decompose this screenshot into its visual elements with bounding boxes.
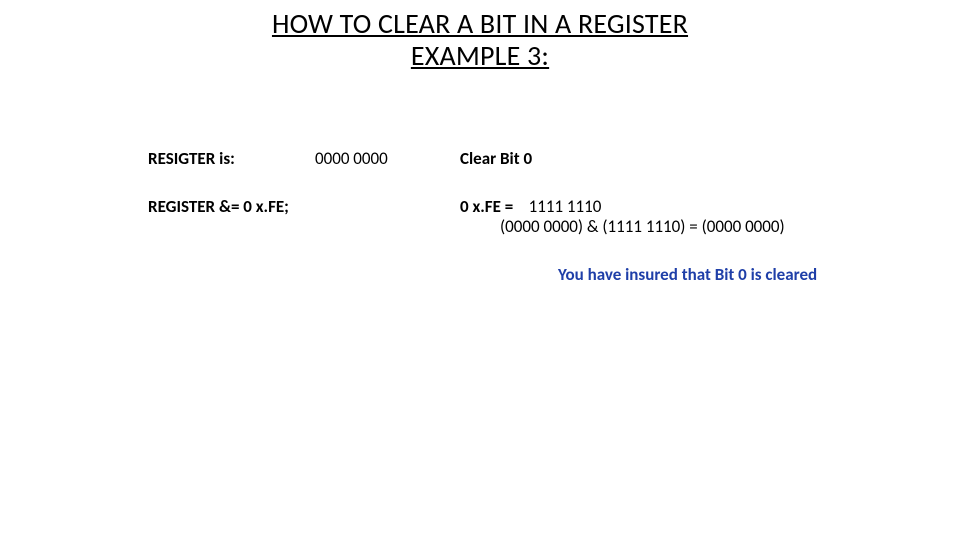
slide-title: HOW TO CLEAR A BIT IN A REGISTER EXAMPLE…	[0, 8, 960, 72]
register-is-value: 0000 0000	[315, 148, 388, 169]
slide: HOW TO CLEAR A BIT IN A REGISTER EXAMPLE…	[0, 0, 960, 540]
mask-label: 0 x.FE =	[460, 196, 513, 217]
mask-spacer	[517, 196, 525, 217]
title-line-2: EXAMPLE 3:	[411, 38, 549, 73]
and-calculation: (0000 0000) & (1111 1110) = (0000 0000)	[500, 216, 785, 237]
mask-line: 0 x.FE = 1111 1110	[460, 196, 601, 217]
clear-bit-label: Clear Bit 0	[460, 148, 532, 169]
register-is-label: RESIGTER is:	[148, 148, 235, 169]
mask-value: 1111 1110	[529, 196, 602, 217]
conclusion-note: You have insured that Bit 0 is cleared	[558, 264, 817, 285]
register-and-statement: REGISTER &= 0 x.FE;	[148, 196, 289, 217]
title-line-1: HOW TO CLEAR A BIT IN A REGISTER	[272, 6, 688, 41]
